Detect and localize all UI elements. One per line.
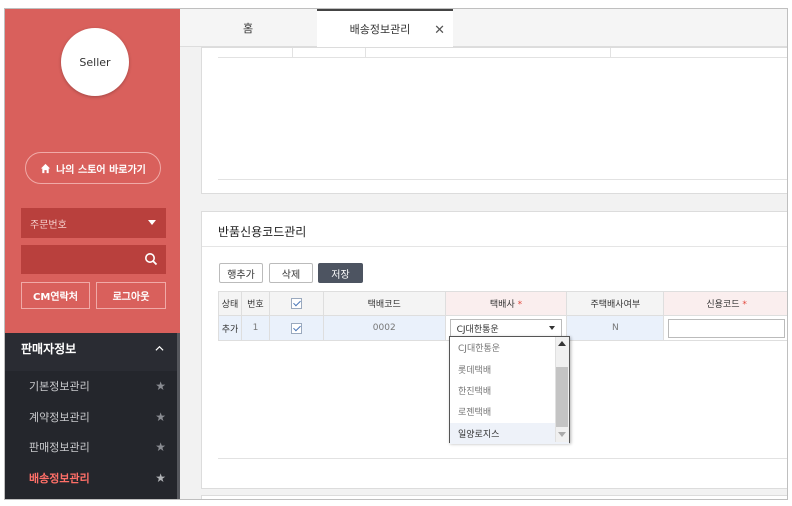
required-mark: * — [742, 300, 747, 310]
chevron-down-icon — [549, 326, 556, 330]
menu-item-label: 기본정보관리 — [29, 380, 90, 394]
row-checkbox[interactable] — [290, 322, 302, 334]
select-all-checkbox[interactable] — [290, 298, 302, 309]
menu-item-shipping-info[interactable]: 배송정보관리 ★ — [5, 463, 180, 494]
credit-code-input[interactable] — [668, 318, 785, 338]
dropdown-scrollbar[interactable] — [555, 337, 569, 442]
dropdown-option[interactable]: 한진택배 — [450, 380, 569, 401]
menu-item-label: 배송정보관리 — [29, 471, 90, 485]
add-row-button[interactable]: 행추가 — [219, 263, 263, 283]
save-button[interactable]: 저장 — [318, 263, 363, 283]
star-icon[interactable]: ★ — [155, 410, 166, 424]
header-courier: 택배사 * — [444, 291, 568, 316]
app-window: Seller 나의 스토어 바로가기 주문번호 CM연락처 로그아웃 판매자정보… — [4, 8, 788, 500]
menu-item-contract-info[interactable]: 계약정보관리 ★ — [5, 402, 180, 433]
tab-home[interactable]: 홈 — [180, 9, 316, 47]
my-store-button[interactable]: 나의 스토어 바로가기 — [25, 152, 161, 184]
seller-menu: 판매자정보 기본정보관리 ★ 계약정보관리 ★ 판매정보관리 ★ 배송정보관리 ★ — [5, 333, 180, 499]
scroll-down-icon[interactable] — [558, 432, 566, 437]
scrollbar-thumb[interactable] — [556, 367, 568, 427]
order-type-select[interactable]: 주문번호 — [21, 208, 166, 238]
tab-shipping-info[interactable]: 배송정보관리 ✕ — [317, 9, 453, 47]
save-label: 저장 — [331, 269, 350, 281]
cm-contact-button[interactable]: CM연락처 — [21, 282, 90, 309]
menu-header[interactable]: 판매자정보 — [5, 333, 180, 363]
upper-grid-panel — [201, 47, 787, 194]
chevron-down-icon — [148, 220, 156, 225]
menu-item-label: 계약정보관리 — [29, 410, 90, 424]
menu-title: 판매자정보 — [21, 341, 77, 356]
search-icon[interactable] — [144, 252, 158, 266]
cell-status: 추가 — [218, 315, 242, 341]
tab-bar: 홈 배송정보관리 ✕ — [180, 9, 787, 47]
upper-grid-bottom — [218, 179, 787, 180]
menu-item-sales-info[interactable]: 판매정보관리 ★ — [5, 432, 180, 463]
divider — [202, 246, 787, 247]
header-number: 번호 — [240, 291, 270, 316]
tab-home-label: 홈 — [242, 22, 254, 35]
cell-number: 1 — [240, 315, 270, 341]
avatar: Seller — [61, 28, 129, 96]
home-icon — [41, 163, 51, 173]
chevron-up-icon[interactable] — [155, 344, 164, 353]
required-mark: * — [517, 300, 523, 310]
header-courier-code: 택배코드 — [322, 291, 446, 316]
grid-bottom-line — [218, 458, 787, 459]
courier-dropdown-list[interactable]: CJ대한통운 롯데택배 한진택배 로젠택배 일양로지스 — [449, 336, 570, 444]
courier-select[interactable]: CJ대한통운 — [449, 319, 563, 337]
credit-code-table: 상태 번호 택배코드 택배사 * 주택배사여부 신용코드 * 추가 1 0002… — [218, 291, 787, 341]
cell-credit-code[interactable] — [663, 315, 787, 341]
close-icon[interactable]: ✕ — [434, 23, 445, 38]
header-status: 상태 — [218, 291, 242, 316]
cell-checkbox[interactable] — [268, 315, 324, 341]
menu-list: 기본정보관리 ★ 계약정보관리 ★ 판매정보관리 ★ 배송정보관리 ★ — [5, 371, 180, 499]
cell-courier-code: 0002 — [322, 315, 446, 341]
sidebar: Seller 나의 스토어 바로가기 주문번호 CM연락처 로그아웃 판매자정보… — [5, 9, 180, 499]
my-store-label: 나의 스토어 바로가기 — [56, 164, 146, 176]
header-main-courier: 주택배사여부 — [566, 291, 665, 316]
section-title: 반품신용코드관리 — [218, 225, 307, 239]
courier-select-value: CJ대한통운 — [456, 324, 499, 335]
star-icon[interactable]: ★ — [155, 471, 166, 485]
menu-item-label: 판매정보관리 — [29, 441, 90, 455]
tab-shipping-label: 배송정보관리 — [349, 23, 411, 36]
star-icon[interactable]: ★ — [155, 440, 166, 454]
order-type-value: 주문번호 — [30, 219, 67, 231]
header-credit-code: 신용코드 * — [663, 291, 787, 316]
dropdown-option[interactable]: 로젠택배 — [450, 401, 569, 422]
upper-grid-row — [218, 48, 787, 58]
logout-label: 로그아웃 — [112, 292, 150, 303]
header-credit-label: 신용코드 — [706, 300, 740, 310]
header-select-all[interactable] — [268, 291, 324, 316]
avatar-label: Seller — [79, 55, 111, 69]
delete-button[interactable]: 삭제 — [269, 263, 313, 283]
table-header-row: 상태 번호 택배코드 택배사 * 주택배사여부 신용코드 * — [218, 291, 787, 316]
cell-main-courier: N — [566, 315, 665, 341]
search-input[interactable] — [21, 245, 166, 274]
scroll-up-icon[interactable] — [558, 341, 566, 346]
next-panel-edge — [201, 495, 787, 499]
add-row-label: 행추가 — [227, 269, 255, 281]
dropdown-option[interactable]: CJ대한통운 — [450, 337, 569, 358]
grid-divider — [610, 48, 611, 58]
cm-contact-label: CM연락처 — [33, 292, 78, 303]
grid-divider — [292, 48, 293, 58]
header-courier-label: 택배사 — [489, 300, 515, 310]
dropdown-option-selected[interactable]: 일양로지스 — [450, 422, 569, 444]
menu-item-basic-info[interactable]: 기본정보관리 ★ — [5, 371, 180, 402]
star-icon[interactable]: ★ — [155, 379, 166, 393]
grid-divider — [365, 48, 366, 58]
delete-label: 삭제 — [281, 269, 301, 281]
dropdown-option[interactable]: 롯데택배 — [450, 358, 569, 379]
logout-button[interactable]: 로그아웃 — [96, 282, 166, 309]
